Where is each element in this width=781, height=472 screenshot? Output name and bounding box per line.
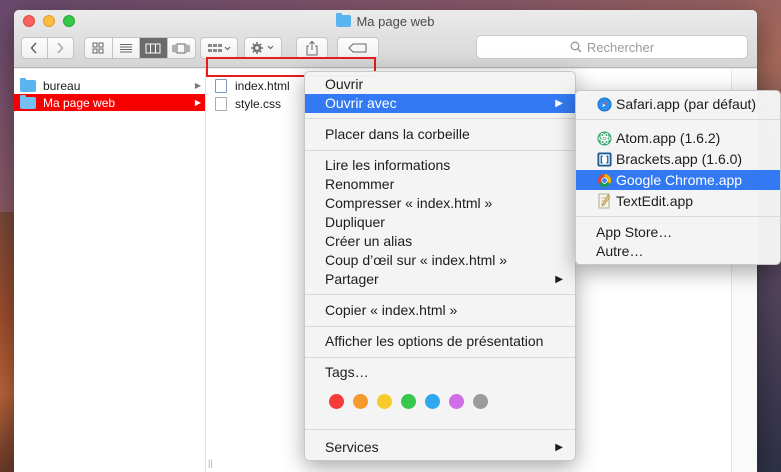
title-bar: Ma page web Rechercher bbox=[14, 10, 757, 68]
open-with-submenu: Safari.app (par défaut) Atom.app (1.6.2)… bbox=[575, 90, 781, 265]
coverflow-view-button[interactable] bbox=[168, 38, 195, 58]
menu-separator bbox=[305, 429, 575, 430]
menu-item-alias[interactable]: Créer un alias bbox=[305, 232, 575, 251]
menu-item-open-with[interactable]: Ouvrir avec ▶ bbox=[305, 94, 575, 113]
folder-icon bbox=[336, 13, 352, 27]
chrome-icon bbox=[596, 172, 612, 188]
menu-item-share[interactable]: Partager ▶ bbox=[305, 270, 575, 289]
folder-row-ma-page-web[interactable]: Ma page web ▶ bbox=[14, 94, 205, 111]
menu-separator bbox=[305, 326, 575, 327]
menu-item-tags[interactable]: Tags… bbox=[305, 363, 575, 382]
folder-label: Ma page web bbox=[43, 95, 116, 110]
chevron-right-icon bbox=[57, 42, 64, 54]
menu-item-other[interactable]: Autre… bbox=[576, 241, 780, 261]
menu-item-compress[interactable]: Compresser « index.html » bbox=[305, 194, 575, 213]
chevron-left-icon bbox=[30, 42, 37, 54]
folder-row-bureau[interactable]: bureau ▶ bbox=[14, 77, 205, 94]
column-view-button[interactable] bbox=[140, 38, 168, 58]
tag-purple-dot[interactable] bbox=[449, 394, 464, 409]
tag-button[interactable] bbox=[337, 37, 379, 59]
menu-item-textedit[interactable]: TextEdit.app bbox=[576, 191, 780, 211]
atom-icon bbox=[596, 130, 612, 146]
brackets-icon bbox=[596, 151, 612, 167]
disclosure-arrow-icon: ▶ bbox=[194, 81, 201, 90]
gear-icon bbox=[251, 42, 274, 54]
safari-icon bbox=[596, 96, 612, 112]
menu-item-view-options[interactable]: Afficher les options de présentation bbox=[305, 332, 575, 351]
disclosure-arrow-icon: ▶ bbox=[194, 98, 201, 107]
grid-icon bbox=[92, 42, 104, 54]
menu-separator bbox=[576, 216, 780, 217]
tag-gray-dot[interactable] bbox=[473, 394, 488, 409]
share-button[interactable] bbox=[296, 37, 328, 59]
menu-separator bbox=[305, 118, 575, 119]
list-view-button[interactable] bbox=[113, 38, 140, 58]
menu-separator bbox=[576, 119, 780, 120]
menu-item-app-store[interactable]: App Store… bbox=[576, 222, 780, 242]
submenu-arrow-icon: ▶ bbox=[555, 98, 563, 109]
menu-item-get-info[interactable]: Lire les informations bbox=[305, 156, 575, 175]
folder-icon bbox=[20, 94, 36, 109]
context-menu: Ouvrir Ouvrir avec ▶ Placer dans la corbe… bbox=[304, 71, 576, 461]
icon-view-button[interactable] bbox=[85, 38, 113, 58]
tag-blue-dot[interactable] bbox=[425, 394, 440, 409]
submenu-arrow-icon: ▶ bbox=[555, 274, 563, 285]
menu-item-trash[interactable]: Placer dans la corbeille bbox=[305, 125, 575, 144]
file-label: index.html bbox=[235, 78, 290, 93]
search-placeholder: Rechercher bbox=[586, 39, 655, 55]
tag-orange-dot[interactable] bbox=[353, 394, 368, 409]
folder-icon bbox=[20, 77, 36, 92]
view-mode-control bbox=[84, 37, 196, 59]
search-field[interactable]: Rechercher bbox=[476, 35, 748, 59]
tag-red-dot[interactable] bbox=[329, 394, 344, 409]
arrange-button[interactable] bbox=[200, 37, 238, 59]
css-file-icon bbox=[215, 96, 227, 111]
menu-item-safari[interactable]: Safari.app (par défaut) bbox=[576, 94, 780, 114]
list-icon bbox=[119, 43, 132, 52]
column-1: bureau ▶ Ma page web ▶ bbox=[14, 69, 206, 472]
menu-item-rename[interactable]: Renommer bbox=[305, 175, 575, 194]
html-file-icon bbox=[215, 78, 227, 93]
action-button[interactable] bbox=[244, 37, 282, 59]
menu-item-atom[interactable]: Atom.app (1.6.2) bbox=[576, 128, 780, 148]
menu-item-quicklook[interactable]: Coup d’œil sur « index.html » bbox=[305, 251, 575, 270]
menu-separator bbox=[305, 357, 575, 358]
menu-item-copy[interactable]: Copier « index.html » bbox=[305, 301, 575, 320]
back-button[interactable] bbox=[22, 38, 48, 58]
tag-color-dots bbox=[329, 394, 488, 409]
tag-icon bbox=[348, 43, 367, 53]
menu-item-duplicate[interactable]: Dupliquer bbox=[305, 213, 575, 232]
tag-green-dot[interactable] bbox=[401, 394, 416, 409]
menu-separator bbox=[305, 150, 575, 151]
nav-buttons bbox=[21, 37, 74, 59]
tag-yellow-dot[interactable] bbox=[377, 394, 392, 409]
folder-label: bureau bbox=[43, 78, 81, 93]
forward-button[interactable] bbox=[48, 38, 73, 58]
submenu-arrow-icon: ▶ bbox=[555, 442, 563, 453]
textedit-icon bbox=[596, 193, 612, 209]
search-icon bbox=[570, 41, 582, 53]
menu-item-brackets[interactable]: Brackets.app (1.6.0) bbox=[576, 149, 780, 169]
coverflow-icon bbox=[172, 43, 190, 53]
menu-item-services[interactable]: Services ▶ bbox=[305, 438, 575, 457]
columns-icon bbox=[145, 43, 161, 53]
window-title: Ma page web bbox=[14, 13, 757, 29]
menu-item-open[interactable]: Ouvrir bbox=[305, 75, 575, 94]
arrange-grid-icon bbox=[208, 44, 231, 52]
menu-separator bbox=[305, 294, 575, 295]
file-label: style.css bbox=[235, 96, 282, 111]
share-icon bbox=[306, 40, 318, 56]
menu-item-google-chrome[interactable]: Google Chrome.app bbox=[576, 170, 780, 190]
